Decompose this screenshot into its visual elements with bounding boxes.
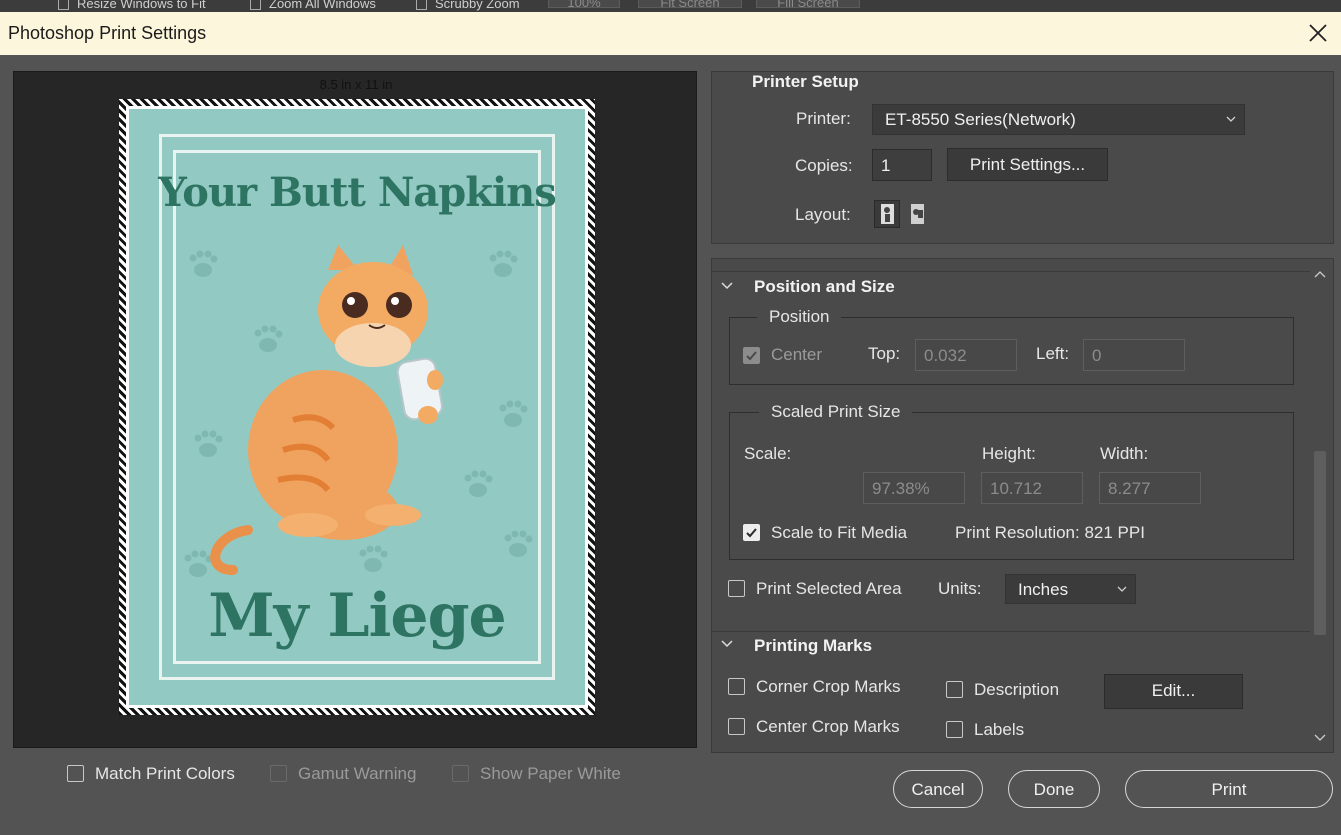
resize-windows-checkbox (58, 0, 69, 11)
print-settings-button[interactable]: Print Settings... (947, 148, 1108, 181)
width-label: Width: (1100, 444, 1149, 463)
height-label: Height: (982, 444, 1036, 463)
scrubby-zoom-label: Scrubby Zoom (435, 0, 520, 11)
printing-marks-title: Printing Marks (754, 636, 873, 655)
print-preview-panel: 8.5 in x 11 in Your Butt Napkins My Lieg… (13, 71, 697, 748)
position-group-label: Position (757, 307, 842, 327)
options-scrollbar[interactable] (1311, 261, 1329, 748)
position-size-title: Position and Size (754, 277, 895, 296)
print-button[interactable]: Print (1125, 770, 1333, 808)
chevron-down-icon (1117, 586, 1127, 592)
scrubby-zoom-option: Scrubby Zoom (416, 0, 520, 11)
close-button[interactable] (1305, 20, 1331, 46)
scroll-up-icon[interactable] (1313, 267, 1327, 281)
print-resolution-text: Print Resolution: 821 PPI (955, 523, 1145, 542)
scroll-thumb[interactable] (1314, 451, 1326, 635)
print-selected-area-label: Print Selected Area (756, 579, 902, 598)
section-divider (712, 271, 1310, 272)
cancel-button[interactable]: Cancel (893, 770, 983, 808)
chevron-down-icon (1226, 116, 1236, 122)
zoom-value: 100% (548, 0, 620, 10)
fill-screen-button: Fill Screen (756, 0, 860, 10)
width-input[interactable]: 8.277 (1099, 472, 1201, 504)
corner-crop-marks-checkbox[interactable] (728, 678, 745, 695)
landscape-layout-button[interactable] (906, 201, 932, 227)
description-checkbox[interactable] (946, 681, 963, 698)
top-input[interactable]: 0.032 (915, 339, 1017, 371)
close-icon (1309, 24, 1327, 42)
poster-image: Your Butt Napkins My Liege (129, 109, 585, 705)
collapse-arrow-icon[interactable] (720, 637, 734, 651)
edit-button[interactable]: Edit... (1104, 674, 1243, 709)
labels-label: Labels (974, 720, 1025, 739)
zoom-all-label: Zoom All Windows (269, 0, 376, 11)
paper-size-label: 8.5 in x 11 in (319, 77, 393, 92)
scroll-down-icon[interactable] (1313, 731, 1327, 745)
left-input[interactable]: 0 (1083, 339, 1185, 371)
scale-input[interactable]: 97.38% (863, 472, 965, 504)
corner-crop-marks-label: Corner Crop Marks (756, 677, 901, 696)
dialog-title-bar: Photoshop Print Settings (0, 12, 1341, 55)
scale-to-fit-checkbox[interactable] (743, 524, 760, 541)
print-selected-area-checkbox[interactable] (728, 580, 745, 597)
zoom-all-option: Zoom All Windows (250, 0, 376, 11)
printer-dropdown[interactable]: ET-8550 Series(Network) (872, 104, 1245, 135)
center-crop-marks-label: Center Crop Marks (756, 717, 900, 736)
printer-value: ET-8550 Series(Network) (885, 110, 1076, 129)
scale-to-fit-label: Scale to Fit Media (771, 523, 908, 542)
match-print-colors-label: Match Print Colors (95, 764, 235, 783)
gamut-warning-checkbox[interactable] (270, 765, 287, 782)
zoom-all-checkbox (250, 0, 261, 11)
units-dropdown[interactable]: Inches (1005, 574, 1136, 604)
top-label: Top: (868, 344, 901, 363)
dialog-title: Photoshop Print Settings (8, 23, 207, 43)
scaled-print-size-label: Scaled Print Size (759, 402, 913, 422)
checkmark-icon (746, 528, 757, 538)
scale-label: Scale: (744, 444, 792, 463)
center-crop-marks-checkbox[interactable] (728, 718, 745, 735)
units-value: Inches (1018, 580, 1069, 599)
gamut-warning-label: Gamut Warning (298, 764, 417, 783)
printable-area: Your Butt Napkins My Liege (126, 106, 588, 708)
done-button[interactable]: Done (1008, 770, 1100, 808)
print-options-panel: Position and Size Position Center Top: 0… (711, 258, 1334, 753)
background-app-toolbar: Resize Windows to Fit Zoom All Windows S… (0, 0, 1341, 12)
landscape-icon (911, 204, 924, 224)
printer-label: Printer: (796, 109, 851, 128)
height-input[interactable]: 10.712 (981, 472, 1083, 504)
scrubby-zoom-checkbox (416, 0, 427, 11)
resize-windows-label: Resize Windows to Fit (77, 0, 206, 11)
printer-setup-title: Printer Setup (752, 72, 859, 91)
fit-screen-button: Fit Screen (638, 0, 742, 10)
left-label: Left: (1036, 344, 1070, 363)
description-label: Description (974, 680, 1060, 699)
portrait-layout-button[interactable] (874, 200, 900, 228)
match-print-colors-checkbox[interactable] (67, 765, 84, 782)
poster-headline-bottom: My Liege (208, 581, 506, 651)
copies-input[interactable]: 1 (872, 149, 932, 181)
paper-preview: Your Butt Napkins My Liege (119, 99, 595, 715)
portrait-icon (881, 204, 894, 224)
copies-label: Copies: (795, 156, 853, 175)
checkmark-icon (746, 351, 757, 361)
printer-setup-panel: Printer Setup Printer: ET-8550 Series(Ne… (711, 71, 1334, 244)
section-divider (712, 631, 1310, 632)
show-paper-white-checkbox[interactable] (452, 765, 469, 782)
collapse-arrow-icon[interactable] (720, 279, 734, 293)
labels-checkbox[interactable] (946, 721, 963, 738)
resize-windows-option: Resize Windows to Fit (58, 0, 206, 11)
center-label: Center (771, 345, 823, 364)
center-checkbox[interactable] (743, 347, 760, 364)
show-paper-white-label: Show Paper White (480, 764, 621, 783)
units-label: Units: (938, 579, 982, 598)
poster-headline-top: Your Butt Napkins (158, 169, 557, 216)
layout-label: Layout: (795, 205, 851, 224)
